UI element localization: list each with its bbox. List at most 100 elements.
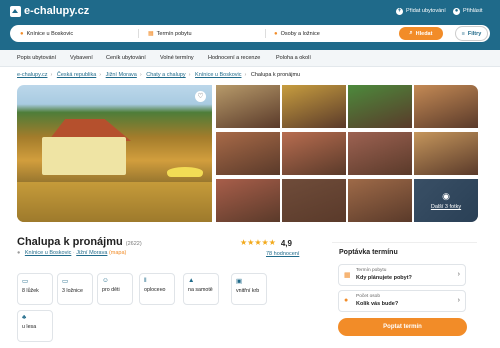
divider bbox=[332, 242, 477, 243]
location-value: Knínice u Boskovic bbox=[26, 30, 74, 37]
feature-chip: ▭ 8 lůžek bbox=[17, 273, 53, 305]
forest-icon: ♣ bbox=[22, 314, 27, 321]
tab-reviews[interactable]: Hodnocení a recenze bbox=[208, 55, 260, 61]
location-field[interactable]: ● Knínice u Boskovic bbox=[20, 25, 73, 42]
chevron-right-icon: › bbox=[457, 297, 460, 304]
gallery-thumbnail[interactable] bbox=[216, 179, 280, 222]
village-link[interactable]: Knínice u Boskovic bbox=[25, 250, 71, 256]
breadcrumb-link[interactable]: Jižní Morava bbox=[106, 72, 137, 78]
gallery-thumbnail[interactable] bbox=[414, 85, 478, 128]
gallery-thumbnail[interactable] bbox=[348, 132, 412, 175]
filters-button[interactable]: ≡ Filtry bbox=[455, 26, 488, 41]
map-link[interactable]: (mapa) bbox=[109, 250, 126, 256]
tab-description[interactable]: Popis ubytování bbox=[17, 55, 56, 61]
feature-chip: ▭ 3 ložnice bbox=[57, 273, 93, 305]
login-label: Přihlásit bbox=[463, 8, 483, 14]
more-photos-tile[interactable]: ◉ Další 3 fotky bbox=[414, 179, 478, 222]
gallery-thumbnail[interactable] bbox=[282, 85, 346, 128]
login-link[interactable]: ● Přihlásit bbox=[453, 6, 483, 16]
gallery-thumbnail[interactable] bbox=[348, 179, 412, 222]
star-icon: ★ bbox=[247, 238, 255, 247]
gallery-thumbnail[interactable] bbox=[216, 132, 280, 175]
guests-placeholder: Osoby a ložnice bbox=[280, 30, 320, 37]
breadcrumb-separator: › bbox=[188, 72, 191, 78]
listing-title: Chalupa k pronájmu bbox=[17, 236, 123, 248]
filter-icon: ≡ bbox=[461, 30, 465, 37]
tab-availability[interactable]: Volné termíny bbox=[160, 55, 194, 61]
add-listing-link[interactable]: + Přidat ubytování bbox=[396, 6, 446, 16]
breadcrumb-link[interactable]: Chaty a chalupy bbox=[146, 72, 185, 78]
guest-count-value: Kolik vás bude? bbox=[356, 301, 399, 307]
top-header: e-chalupy.cz + Přidat ubytování ● Přihlá… bbox=[0, 0, 500, 50]
site-logo[interactable]: e-chalupy.cz bbox=[10, 4, 89, 18]
search-button[interactable]: ⌕ Hledat bbox=[399, 27, 443, 40]
guests-field[interactable]: ● Osoby a ložnice bbox=[274, 25, 320, 42]
feature-chip: ‖ oplocено bbox=[139, 273, 175, 305]
gallery-thumbnail[interactable] bbox=[348, 85, 412, 128]
chevron-right-icon: › bbox=[457, 271, 460, 278]
search-icon: ⌕ bbox=[409, 30, 413, 36]
feature-label: vnitřní krb bbox=[236, 288, 260, 294]
gallery-thumbnail[interactable] bbox=[282, 179, 346, 222]
breadcrumb-separator: › bbox=[99, 72, 102, 78]
location-pin-icon: ● bbox=[17, 250, 21, 256]
section-nav: Popis ubytování Vybavení Ceník ubytování… bbox=[0, 50, 500, 67]
tab-location[interactable]: Poloha a okolí bbox=[276, 55, 311, 61]
guest-count-label: Počet osob bbox=[356, 294, 381, 299]
breadcrumb-link[interactable]: Česká republika bbox=[57, 72, 96, 78]
map-pin-icon: ● bbox=[20, 30, 24, 37]
heart-icon[interactable]: ♡ bbox=[195, 91, 206, 102]
inquiry-submit-button[interactable]: Poptat termín bbox=[338, 318, 467, 336]
main-photo[interactable]: ♡ bbox=[17, 85, 212, 222]
tab-amenities[interactable]: Vybavení bbox=[70, 55, 93, 61]
stay-dates-value: Kdy plánujete pobyt? bbox=[356, 275, 412, 281]
mountain-icon: ▲ bbox=[188, 277, 195, 284]
photo-gallery: ♡ ◉ Další 3 fotky bbox=[17, 85, 478, 222]
bedroom-icon: ▭ bbox=[62, 278, 69, 285]
add-listing-label: Přidat ubytování bbox=[406, 8, 446, 14]
listing-id: (2622) bbox=[125, 241, 142, 247]
breadcrumb-current: Chalupa k pronájmu bbox=[250, 72, 301, 78]
breadcrumb-link[interactable]: Knínice u Boskovic bbox=[195, 72, 241, 78]
filters-button-label: Filtry bbox=[467, 30, 482, 37]
logo-house-icon bbox=[10, 5, 21, 17]
people-icon: ● bbox=[344, 297, 349, 304]
gallery-thumbnail[interactable] bbox=[216, 85, 280, 128]
reviews-link[interactable]: 78 hodnocení bbox=[266, 251, 299, 257]
feature-chip: ▲ na samotě bbox=[183, 273, 219, 305]
listing-title-row: Chalupa k pronájmu (2622) bbox=[17, 236, 142, 248]
gallery-thumbnail[interactable] bbox=[282, 132, 346, 175]
star-icon: ★ bbox=[268, 238, 276, 247]
umbrella-shape bbox=[167, 167, 203, 177]
divider bbox=[138, 29, 139, 38]
feature-label: pro děti bbox=[102, 287, 120, 293]
breadcrumb-link[interactable]: e-chalupy.cz bbox=[17, 72, 47, 78]
dates-field[interactable]: ▦ Termín pobytu bbox=[148, 25, 192, 42]
bed-icon: ▭ bbox=[22, 278, 29, 285]
star-icon: ★ bbox=[261, 238, 269, 247]
calendar-icon: ▦ bbox=[344, 272, 351, 279]
gallery-thumbnail[interactable] bbox=[414, 132, 478, 175]
stay-dates-field[interactable]: ▦ Termín pobytu Kdy plánujete pobyt? › bbox=[338, 264, 466, 286]
tab-pricing[interactable]: Ceník ubytování bbox=[106, 55, 146, 61]
listing-location: ● Knínice u Boskovic · Jižní Morava (map… bbox=[17, 250, 126, 256]
feature-label: 3 ložnice bbox=[62, 288, 83, 294]
star-icon: ★ bbox=[240, 238, 248, 247]
search-bar: ● Knínice u Boskovic ▦ Termín pobytu ● O… bbox=[10, 25, 490, 42]
feature-chip: ☺ pro děti bbox=[97, 273, 133, 305]
region-link[interactable]: Jižní Morava bbox=[76, 250, 107, 256]
more-photos-overlay: ◉ Další 3 fotky bbox=[414, 179, 478, 222]
breadcrumb-separator: › bbox=[50, 72, 53, 78]
star-icon: ★ bbox=[254, 238, 262, 247]
feature-chip: ▣ vnitřní krb bbox=[231, 273, 267, 305]
people-icon: ● bbox=[274, 30, 278, 37]
inquiry-title: Poptávka termínu bbox=[339, 249, 398, 256]
stay-dates-label: Termín pobytu bbox=[356, 268, 387, 273]
house-shape bbox=[42, 137, 126, 175]
feature-label: 8 lůžek bbox=[22, 288, 39, 294]
feature-label: na samotě bbox=[188, 287, 213, 293]
search-button-label: Hledat bbox=[415, 30, 433, 37]
feature-label: oplocено bbox=[144, 287, 166, 293]
rating: ★ ★ ★ ★ ★ 4,9 bbox=[240, 238, 292, 248]
guest-count-field[interactable]: ● Počet osob Kolik vás bude? › bbox=[338, 290, 466, 312]
